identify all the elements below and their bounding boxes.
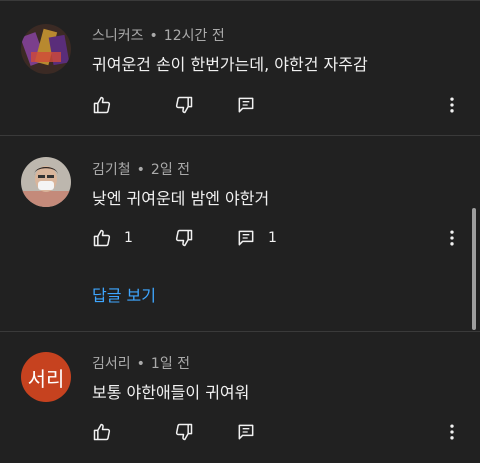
comment-text: 낮엔 귀여운데 밤엔 야한거 bbox=[92, 189, 270, 208]
snack-avatar-image bbox=[21, 24, 71, 74]
more-vert-icon bbox=[450, 230, 454, 246]
dislike-button[interactable] bbox=[174, 226, 194, 250]
reply-button[interactable]: 1 bbox=[236, 226, 277, 250]
comment-text: 보통 야한애들이 귀여워 bbox=[92, 383, 250, 402]
reply-button[interactable] bbox=[236, 420, 268, 444]
like-button[interactable] bbox=[92, 93, 124, 117]
timestamp[interactable]: 1일 전 bbox=[151, 356, 190, 372]
more-vert-icon bbox=[450, 97, 454, 113]
author-name[interactable]: 김기철 bbox=[92, 162, 131, 178]
thumbs-up-icon bbox=[93, 96, 111, 114]
thumbs-up-icon bbox=[93, 229, 111, 247]
separator-dot: • bbox=[149, 28, 158, 44]
avatar[interactable] bbox=[21, 157, 71, 207]
comment-2: 김기철 • 2일 전 낮엔 귀여운데 밤엔 야한거 1 1 답글 보기 bbox=[0, 136, 480, 331]
separator-dot: • bbox=[136, 162, 145, 178]
comment-text: 귀여운건 손이 한번가는데, 야한건 자주감 bbox=[92, 55, 368, 74]
author-name[interactable]: 김서리 bbox=[92, 356, 131, 372]
reply-icon bbox=[238, 97, 254, 113]
like-button[interactable] bbox=[92, 420, 124, 444]
dislike-button[interactable] bbox=[174, 93, 194, 117]
comment-actions bbox=[92, 420, 462, 444]
scrollbar[interactable] bbox=[472, 208, 476, 330]
comment-meta: 김서리 • 1일 전 bbox=[92, 353, 190, 373]
like-count: 1 bbox=[124, 230, 133, 246]
more-vert-icon bbox=[450, 424, 454, 440]
comment-1: 스니커즈 • 12시간 전 귀여운건 손이 한번가는데, 야한건 자주감 bbox=[0, 0, 480, 135]
thumbs-down-icon bbox=[175, 96, 193, 114]
profile-photo-avatar bbox=[21, 157, 71, 207]
more-options-button[interactable] bbox=[442, 226, 462, 250]
view-replies-link[interactable]: 답글 보기 bbox=[92, 282, 156, 306]
thumbs-up-icon bbox=[93, 423, 111, 441]
author-name[interactable]: 스니커즈 bbox=[92, 28, 144, 44]
comment-meta: 스니커즈 • 12시간 전 bbox=[92, 25, 225, 45]
dislike-button[interactable] bbox=[174, 420, 194, 444]
comment-actions: 1 1 bbox=[92, 226, 462, 250]
reply-icon bbox=[238, 230, 254, 246]
like-button[interactable]: 1 bbox=[92, 226, 133, 250]
comment-meta: 김기철 • 2일 전 bbox=[92, 159, 190, 179]
thumbs-down-icon bbox=[175, 423, 193, 441]
more-options-button[interactable] bbox=[442, 420, 462, 444]
reply-button[interactable] bbox=[236, 93, 268, 117]
avatar[interactable] bbox=[21, 24, 71, 74]
reply-icon bbox=[238, 424, 254, 440]
thumbs-down-icon bbox=[175, 229, 193, 247]
comment-3: 서리 김서리 • 1일 전 보통 야한애들이 귀여워 bbox=[0, 332, 480, 463]
timestamp[interactable]: 12시간 전 bbox=[164, 28, 225, 44]
reply-count: 1 bbox=[268, 230, 277, 246]
separator-dot: • bbox=[136, 356, 145, 372]
comment-actions bbox=[92, 93, 462, 117]
timestamp[interactable]: 2일 전 bbox=[151, 162, 190, 178]
avatar-initials: 서리 bbox=[27, 366, 65, 391]
avatar[interactable]: 서리 bbox=[21, 352, 71, 402]
more-options-button[interactable] bbox=[442, 93, 462, 117]
